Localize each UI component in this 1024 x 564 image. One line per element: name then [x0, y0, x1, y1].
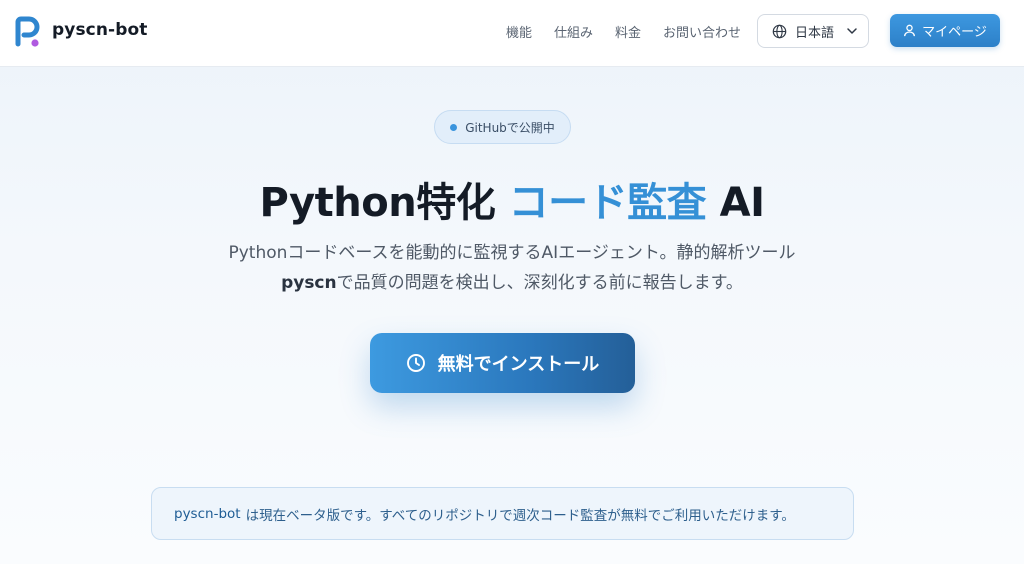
brand-name[interactable]: pyscn-bot [52, 20, 147, 40]
notice-text: は現在ベータ版です。すべてのリポジトリで週次コード監査が無料でご利用いただけます… [245, 507, 795, 524]
desc-bold: pyscn [281, 273, 337, 293]
user-icon [904, 24, 916, 37]
main-nav: 機能 仕組み 料金 お問い合わせ [506, 22, 763, 41]
globe-icon [772, 24, 787, 38]
install-label: 無料でインストール [437, 354, 600, 375]
nav-how-it-works[interactable]: 仕組み [554, 22, 593, 41]
site-header: pyscn-bot 機能 仕組み 料金 お問い合わせ 日本語 マイページ [0, 0, 1024, 67]
hero-description: Pythonコードベースを能動的に監視するAIエージェント。静的解析ツール py… [0, 238, 1024, 298]
clock-icon [406, 354, 425, 372]
pyscn-logo-icon[interactable] [14, 16, 42, 48]
title-prefix: Python特化 [259, 180, 496, 226]
status-dot [450, 123, 458, 131]
title-suffix: AI [719, 180, 765, 226]
desc-line-1: Pythonコードベースを能動的に監視するAIエージェント。静的解析ツール [228, 243, 796, 263]
desc-line-2: で品質の問題を検出し、深刻化する前に報告します。 [336, 273, 743, 293]
beta-notice: pyscn-bot は現在ベータ版です。すべてのリポジトリで週次コード監査が無料… [151, 487, 854, 540]
title-accent: コード監査 [508, 180, 707, 226]
notice-brand: pyscn-bot [174, 505, 241, 522]
chevron-down-icon [847, 28, 857, 34]
install-button[interactable]: 無料でインストール [370, 333, 635, 393]
mypage-button[interactable]: マイページ [890, 14, 1000, 47]
language-selector[interactable]: 日本語 [757, 14, 869, 48]
nav-features[interactable]: 機能 [506, 22, 532, 41]
github-badge[interactable]: GitHubで公開中 [434, 110, 571, 144]
nav-pricing[interactable]: 料金 [615, 22, 641, 41]
mypage-label: マイページ [922, 25, 987, 40]
language-label: 日本語 [795, 25, 835, 41]
badge-label: GitHubで公開中 [465, 120, 555, 135]
hero-title: Python特化 コード監査 AI [0, 170, 1024, 228]
nav-contact[interactable]: お問い合わせ [663, 22, 741, 41]
